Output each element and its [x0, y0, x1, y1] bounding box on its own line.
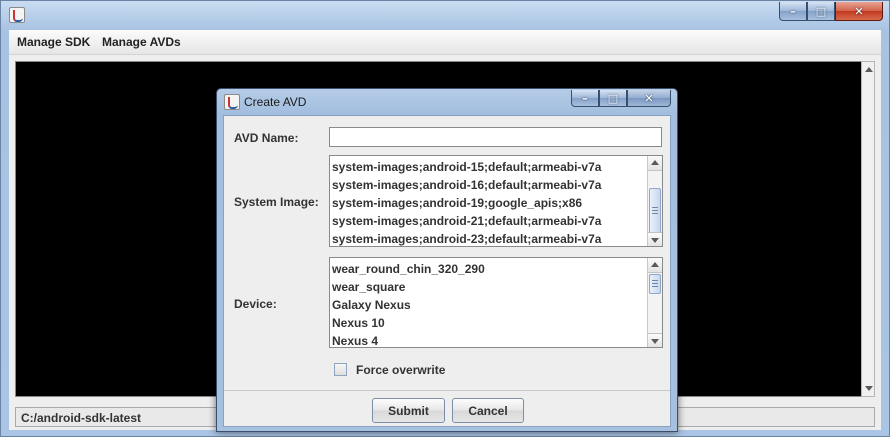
grip-line	[652, 207, 658, 208]
avd-name-input[interactable]	[329, 127, 662, 147]
arrow-down-icon[interactable]	[865, 386, 873, 391]
list-item[interactable]: system-images;android-19;google_apis;x86	[332, 194, 644, 212]
close-icon: ✕	[644, 91, 654, 105]
status-text: C:/android-sdk-latest	[21, 411, 142, 425]
minimize-icon: –	[790, 4, 796, 18]
menu-manage-sdk[interactable]: Manage SDK	[17, 35, 90, 49]
dialog-title: Create AVD	[244, 95, 307, 109]
dialog-maximize-button[interactable]: □	[599, 90, 627, 107]
arrow-up-icon	[651, 160, 659, 165]
list-item[interactable]: system-images;android-16;default;armeabi…	[332, 176, 644, 194]
java-app-icon	[224, 94, 240, 110]
device-list[interactable]: wear_round_chin_320_290 wear_square Gala…	[329, 257, 663, 348]
arrow-up-icon[interactable]	[865, 67, 873, 72]
list-item[interactable]: system-images;android-15;default;armeabi…	[332, 158, 644, 176]
force-overwrite-checkbox[interactable]	[334, 363, 347, 376]
arrow-down-icon	[651, 238, 659, 243]
grip-line	[652, 286, 658, 287]
maximize-icon: □	[607, 91, 619, 105]
dialog-titlebar[interactable]: Create AVD – □ ✕	[217, 89, 677, 113]
dialog-content: AVD Name: System Image: system-images;an…	[223, 115, 671, 427]
force-overwrite-label[interactable]: Force overwrite	[356, 363, 445, 377]
list-item[interactable]: Nexus 4	[332, 332, 644, 347]
grip-line	[652, 213, 658, 214]
list-item[interactable]: system-images;android-21;default;armeabi…	[332, 212, 644, 230]
dialog-close-button[interactable]: ✕	[627, 90, 671, 107]
java-app-icon	[9, 7, 25, 23]
list-item[interactable]: Nexus 10	[332, 314, 644, 332]
system-image-label: System Image:	[234, 195, 319, 209]
log-vertical-scrollbar[interactable]	[861, 61, 875, 397]
arrow-up-icon	[651, 262, 659, 267]
scroll-down-button[interactable]	[648, 333, 662, 347]
list-item[interactable]: wear_square	[332, 278, 644, 296]
scroll-up-button[interactable]	[648, 156, 662, 171]
menu-manage-avds[interactable]: Manage AVDs	[102, 35, 181, 49]
minimize-icon: –	[582, 91, 588, 105]
grip-line	[652, 210, 658, 211]
grip-line	[652, 283, 658, 284]
minimize-button[interactable]: –	[779, 2, 807, 21]
create-avd-dialog: Create AVD – □ ✕ AVD Name: System Image:…	[216, 88, 678, 432]
close-icon: ✕	[854, 4, 864, 18]
list-item[interactable]: system-images;android-23;default;armeabi…	[332, 230, 644, 246]
grip-line	[652, 280, 658, 281]
main-titlebar[interactable]: – □ ✕	[1, 1, 889, 29]
menubar: Manage SDK Manage AVDs	[9, 30, 881, 55]
dialog-button-bar: Submit Cancel	[224, 390, 670, 426]
list-item[interactable]: Galaxy Nexus	[332, 296, 644, 314]
device-label: Device:	[234, 297, 277, 311]
close-button[interactable]: ✕	[835, 2, 883, 21]
system-image-list[interactable]: system-images;android-15;default;armeabi…	[329, 155, 663, 247]
device-scrollbar[interactable]	[647, 258, 662, 347]
device-scroll-thumb[interactable]	[649, 274, 661, 294]
avd-name-label: AVD Name:	[234, 131, 299, 145]
submit-button[interactable]: Submit	[372, 398, 445, 423]
dialog-minimize-button[interactable]: –	[571, 90, 599, 107]
scroll-down-button[interactable]	[648, 232, 662, 246]
arrow-down-icon	[651, 339, 659, 344]
system-image-scrollbar[interactable]	[647, 156, 662, 246]
list-item[interactable]: wear_round_chin_320_290	[332, 260, 644, 278]
maximize-button[interactable]: □	[807, 2, 835, 21]
scroll-up-button[interactable]	[648, 258, 662, 273]
maximize-icon: □	[815, 4, 827, 18]
cancel-button[interactable]: Cancel	[452, 398, 524, 423]
